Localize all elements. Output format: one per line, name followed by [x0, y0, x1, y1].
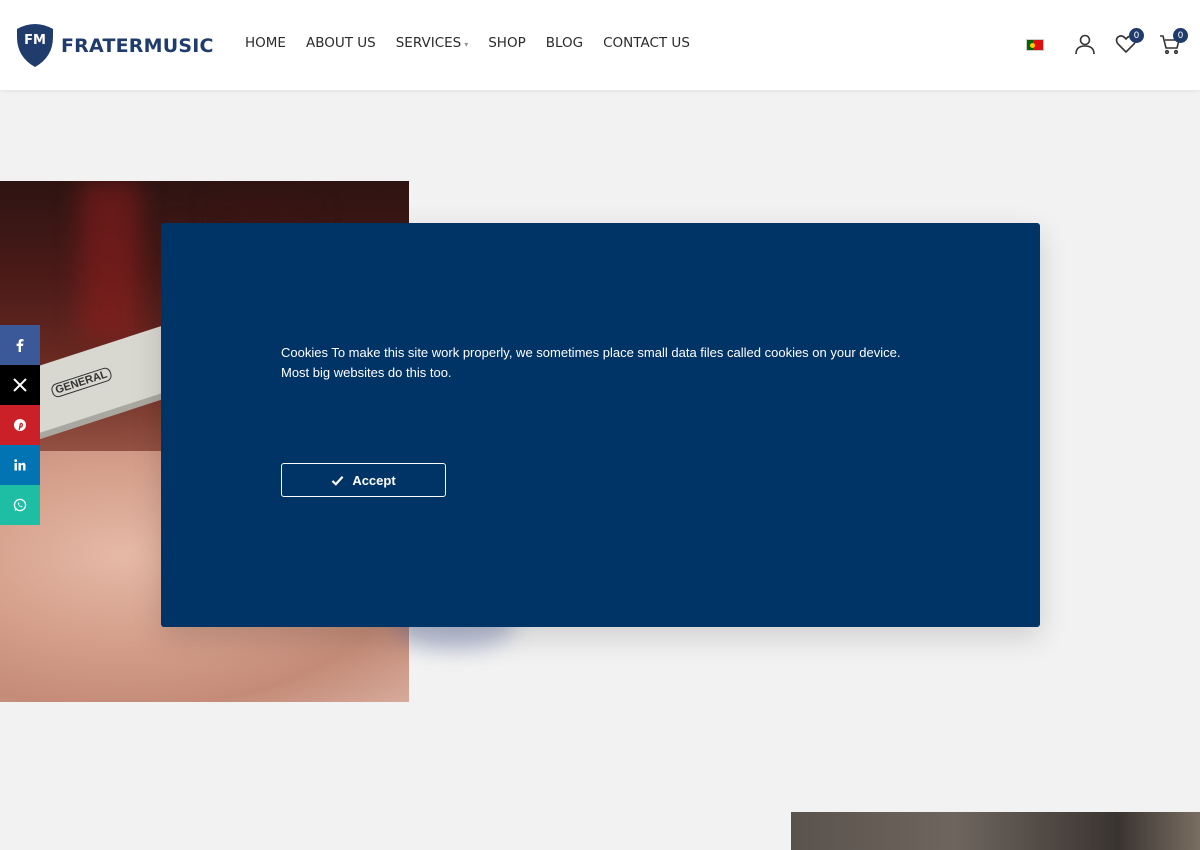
- facebook-icon: [16, 339, 24, 352]
- user-icon[interactable]: [1073, 32, 1097, 56]
- linkedin-icon: [14, 459, 26, 471]
- chevron-down-icon: ▾: [464, 39, 469, 49]
- check-icon: [331, 475, 344, 486]
- facebook-share-button[interactable]: [0, 325, 40, 365]
- nav-about-us[interactable]: ABOUT US: [306, 35, 376, 51]
- portugal-flag-icon[interactable]: [1026, 39, 1044, 51]
- nav-home[interactable]: HOME: [245, 35, 286, 51]
- cart-button[interactable]: 0: [1158, 28, 1188, 56]
- site-header: FM FRATERMUSIC HOME ABOUT US SERVICES ▾ S…: [0, 0, 1200, 90]
- logo-mark-icon: FM: [17, 24, 53, 67]
- cart-count-badge: 0: [1173, 28, 1188, 43]
- cookie-consent-modal: Cookies To make this site work properly,…: [161, 223, 1040, 627]
- pinterest-icon: [14, 419, 26, 431]
- nav-blog[interactable]: BLOG: [546, 35, 583, 51]
- logo-text: FRATERMUSIC: [61, 34, 214, 57]
- wishlist-button[interactable]: 0: [1114, 28, 1144, 56]
- x-share-button[interactable]: [0, 365, 40, 405]
- accept-cookies-button[interactable]: Accept: [281, 463, 446, 497]
- accept-button-label: Accept: [352, 472, 396, 488]
- nav-contact-us[interactable]: CONTACT US: [603, 35, 690, 51]
- ruler-label: GENERAL: [49, 366, 113, 399]
- site-logo[interactable]: FM FRATERMUSIC: [15, 23, 214, 68]
- wishlist-count-badge: 0: [1129, 28, 1144, 43]
- social-share-bar: [0, 325, 40, 525]
- linkedin-share-button[interactable]: [0, 445, 40, 485]
- x-icon: [13, 378, 27, 392]
- secondary-photo: [791, 812, 1200, 850]
- nav-shop[interactable]: SHOP: [488, 35, 526, 51]
- logo-mark-text: FM: [24, 33, 46, 48]
- nav-services[interactable]: SERVICES ▾: [396, 35, 469, 51]
- pinterest-share-button[interactable]: [0, 405, 40, 445]
- main-nav: HOME ABOUT US SERVICES ▾ SHOP BLOG CONTAC…: [245, 35, 710, 51]
- whatsapp-share-button[interactable]: [0, 485, 40, 525]
- whatsapp-icon: [13, 498, 27, 512]
- cookie-message: Cookies To make this site work properly,…: [281, 345, 901, 380]
